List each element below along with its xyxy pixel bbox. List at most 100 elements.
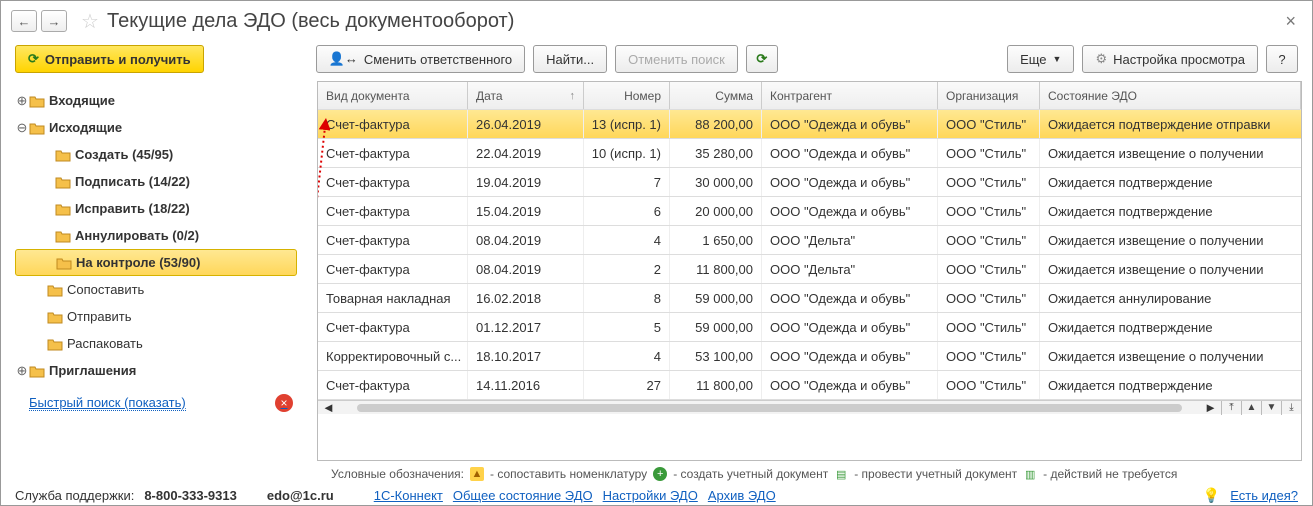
cell-org: ООО "Стиль" (938, 197, 1040, 225)
expand-icon[interactable]: ⊕ (15, 363, 29, 379)
cell-kontr: ООО "Дельта" (762, 255, 938, 283)
cell-kontr: ООО "Одежда и обувь" (762, 139, 938, 167)
view-settings-button[interactable]: ⚙ Настройка просмотра (1082, 45, 1258, 73)
cell-type: Товарная накладная (318, 284, 468, 312)
send-receive-button[interactable]: ⟳ Отправить и получить (15, 45, 204, 73)
clear-search-icon[interactable]: × (275, 394, 293, 412)
cell-sum: 88 200,00 (670, 110, 762, 138)
tree-label: На контроле (53/90) (76, 255, 200, 270)
nav-down-icon[interactable]: ▼ (1261, 401, 1281, 415)
legend-label: Условные обозначения: (331, 467, 464, 481)
cell-date: 08.04.2019 (468, 255, 584, 283)
folder-icon (55, 229, 75, 243)
cell-num: 27 (584, 371, 670, 399)
folder-icon (47, 337, 67, 351)
change-responsible-button[interactable]: 👤↔ Сменить ответственного (316, 45, 526, 73)
cancel-find-button[interactable]: Отменить поиск (615, 45, 738, 73)
cell-sum: 1 650,00 (670, 226, 762, 254)
cell-state: Ожидается подтверждение (1040, 168, 1301, 196)
quick-search-link[interactable]: Быстрый поиск (показать) (29, 395, 186, 411)
tree-label: Отправить (67, 309, 131, 324)
tree-fix[interactable]: Исправить (18/22) (15, 195, 301, 222)
nav-last-icon[interactable]: ⤓ (1281, 401, 1301, 415)
col-date[interactable]: Дата↑ (468, 82, 584, 109)
tree-annul[interactable]: Аннулировать (0/2) (15, 222, 301, 249)
link-connect[interactable]: 1С-Коннект (374, 488, 443, 503)
col-kontr[interactable]: Контрагент (762, 82, 938, 109)
back-button[interactable]: ← (11, 10, 37, 32)
nav-first-icon[interactable]: ⤒ (1221, 401, 1241, 415)
chevron-down-icon: ▼ (1053, 54, 1062, 64)
refresh-button[interactable]: ⟳ (746, 45, 778, 73)
table-row[interactable]: Счет-фактура26.04.201913 (испр. 1)88 200… (318, 110, 1301, 139)
table-row[interactable]: Счет-фактура19.04.2019730 000,00ООО "Оде… (318, 168, 1301, 197)
forward-button[interactable]: → (41, 10, 67, 32)
scroll-thumb[interactable] (357, 404, 1182, 412)
table-row[interactable]: Счет-фактура08.04.201941 650,00ООО "Дель… (318, 226, 1301, 255)
cell-num: 8 (584, 284, 670, 312)
col-num[interactable]: Номер (584, 82, 670, 109)
bulb-icon: 💡 (1203, 487, 1220, 504)
favorite-icon[interactable]: ☆ (79, 10, 101, 32)
tree-outbox[interactable]: ⊖ Исходящие (15, 114, 301, 141)
nav-up-icon[interactable]: ▲ (1241, 401, 1261, 415)
tree-send[interactable]: Отправить (15, 303, 301, 330)
cell-org: ООО "Стиль" (938, 313, 1040, 341)
cell-org: ООО "Стиль" (938, 342, 1040, 370)
find-button[interactable]: Найти... (533, 45, 607, 73)
cell-state: Ожидается подтверждение отправки (1040, 110, 1301, 138)
col-org[interactable]: Организация (938, 82, 1040, 109)
tree-control[interactable]: На контроле (53/90) (15, 249, 297, 276)
cell-state: Ожидается извещение о получении (1040, 342, 1301, 370)
tree-match[interactable]: Сопоставить (15, 276, 301, 303)
col-type[interactable]: Вид документа (318, 82, 468, 109)
scroll-left-icon[interactable]: ◄ (318, 400, 339, 415)
person-swap-icon: 👤↔ (329, 51, 358, 67)
table-row[interactable]: Счет-фактура01.12.2017559 000,00ООО "Оде… (318, 313, 1301, 342)
change-responsible-label: Сменить ответственного (364, 52, 512, 67)
scroll-right-icon[interactable]: ► (1200, 400, 1221, 415)
cell-state: Ожидается извещение о получении (1040, 139, 1301, 167)
table-row[interactable]: Счет-фактура14.11.20162711 800,00ООО "Од… (318, 371, 1301, 400)
tree-label: Распаковать (67, 336, 143, 351)
col-state[interactable]: Состояние ЭДО (1040, 82, 1301, 109)
legend-post: - провести учетный документ (854, 467, 1017, 481)
support-email: edo@1c.ru (267, 488, 334, 503)
folder-icon (29, 94, 49, 108)
cell-num: 5 (584, 313, 670, 341)
cell-type: Счет-фактура (318, 110, 468, 138)
cell-kontr: ООО "Одежда и обувь" (762, 371, 938, 399)
link-state[interactable]: Общее состояние ЭДО (453, 488, 593, 503)
tree-invites[interactable]: ⊕ Приглашения (15, 357, 301, 384)
cell-kontr: ООО "Одежда и обувь" (762, 342, 938, 370)
col-sum[interactable]: Сумма (670, 82, 762, 109)
tree-create[interactable]: Создать (45/95) (15, 141, 301, 168)
send-receive-label: Отправить и получить (45, 52, 191, 67)
cell-state: Ожидается извещение о получении (1040, 226, 1301, 254)
table-row[interactable]: Счет-фактура15.04.2019620 000,00ООО "Оде… (318, 197, 1301, 226)
table-row[interactable]: Товарная накладная16.02.2018859 000,00ОО… (318, 284, 1301, 313)
collapse-icon[interactable]: ⊖ (15, 120, 29, 136)
folder-icon (47, 310, 67, 324)
table-row[interactable]: Счет-фактура22.04.201910 (испр. 1)35 280… (318, 139, 1301, 168)
link-archive[interactable]: Архив ЭДО (708, 488, 776, 503)
cell-num: 7 (584, 168, 670, 196)
close-button[interactable]: × (1279, 11, 1302, 32)
cell-sum: 11 800,00 (670, 255, 762, 283)
link-idea[interactable]: Есть идея? (1230, 488, 1298, 503)
more-button[interactable]: Еще ▼ (1007, 45, 1074, 73)
cell-type: Счет-фактура (318, 313, 468, 341)
cell-state: Ожидается аннулирование (1040, 284, 1301, 312)
tree: ⊕ Входящие ⊖ Исходящие Создать (45/95) П… (1, 81, 301, 461)
table-row[interactable]: Счет-фактура08.04.2019211 800,00ООО "Дел… (318, 255, 1301, 284)
tree-label: Подписать (14/22) (75, 174, 190, 189)
table-row[interactable]: Корректировочный с...18.10.2017453 100,0… (318, 342, 1301, 371)
help-button[interactable]: ? (1266, 45, 1298, 73)
tree-sign[interactable]: Подписать (14/22) (15, 168, 301, 195)
tree-unpack[interactable]: Распаковать (15, 330, 301, 357)
grid-scrollbar[interactable]: ◄ ► ⤒ ▲ ▼ ⤓ (318, 400, 1301, 414)
tree-inbox[interactable]: ⊕ Входящие (15, 87, 301, 114)
link-settings[interactable]: Настройки ЭДО (603, 488, 698, 503)
cell-type: Счет-фактура (318, 255, 468, 283)
expand-icon[interactable]: ⊕ (15, 93, 29, 109)
